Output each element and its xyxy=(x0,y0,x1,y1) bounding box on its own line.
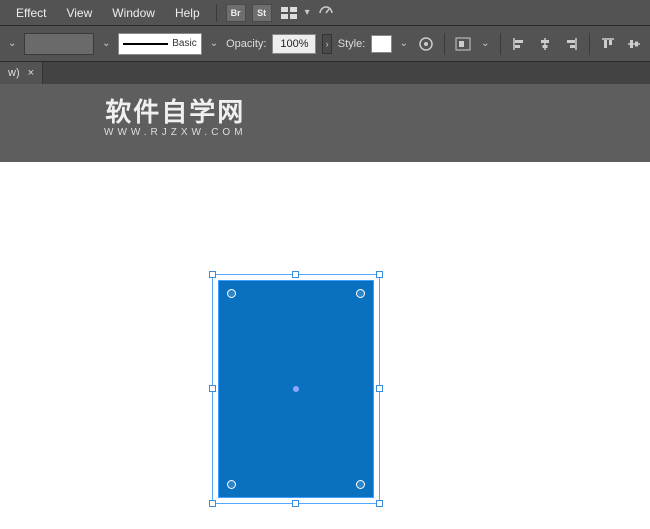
stroke-profile-dropdown[interactable]: Basic xyxy=(118,33,201,55)
menu-effect[interactable]: Effect xyxy=(6,2,56,24)
chevron-down-icon[interactable]: ▾ xyxy=(303,7,312,18)
resize-handle-bl[interactable] xyxy=(209,500,216,507)
menu-help[interactable]: Help xyxy=(165,2,210,24)
stock-icon[interactable]: St xyxy=(252,4,272,22)
watermark-title: 软件自学网 xyxy=(104,92,247,129)
toolbar-separator xyxy=(444,33,445,55)
corner-radius-widget-tr[interactable] xyxy=(356,289,365,298)
opacity-stepper[interactable]: › xyxy=(322,34,331,54)
pasteboard-area: 软件自学网 WWW.RJZXW.COM xyxy=(0,84,650,162)
align-right-icon[interactable] xyxy=(561,33,581,55)
align-top-icon[interactable] xyxy=(598,33,618,55)
toolbar-separator xyxy=(500,33,501,55)
selected-rectangle-shape[interactable] xyxy=(218,280,374,498)
bridge-icon[interactable]: Br xyxy=(226,4,246,22)
align-middle-v-icon[interactable] xyxy=(624,33,644,55)
graphic-style-swatch[interactable] xyxy=(371,35,391,53)
corner-radius-widget-bl[interactable] xyxy=(227,480,236,489)
chevron-down-icon[interactable]: ⌄ xyxy=(6,38,18,49)
center-point-icon[interactable] xyxy=(293,386,299,392)
opacity-input[interactable] xyxy=(272,34,316,54)
resize-handle-b[interactable] xyxy=(292,500,299,507)
resize-handle-r[interactable] xyxy=(376,385,383,392)
recolor-icon[interactable] xyxy=(416,33,436,55)
control-toolbar: ⌄ ⌄ Basic ⌄ Opacity: › Style: ⌄ ⌄ xyxy=(0,26,650,62)
resize-handle-tr[interactable] xyxy=(376,271,383,278)
fill-stroke-swatch[interactable] xyxy=(24,33,94,55)
resize-handle-br[interactable] xyxy=(376,500,383,507)
gpu-preview-icon[interactable] xyxy=(315,4,337,22)
style-label: Style: xyxy=(338,38,366,50)
menu-window[interactable]: Window xyxy=(102,2,165,24)
chevron-down-icon[interactable]: ⌄ xyxy=(479,38,491,49)
resize-handle-l[interactable] xyxy=(209,385,216,392)
align-left-icon[interactable] xyxy=(508,33,528,55)
arrange-docs-icon[interactable] xyxy=(278,4,300,22)
chevron-down-icon[interactable]: ⌄ xyxy=(398,38,410,49)
menu-separator xyxy=(216,4,217,22)
watermark: 软件自学网 WWW.RJZXW.COM xyxy=(104,92,247,138)
document-tab-label: w) xyxy=(8,67,20,79)
chevron-down-icon[interactable]: ⌄ xyxy=(208,38,220,49)
stroke-profile-label: Basic xyxy=(172,38,196,49)
corner-radius-widget-tl[interactable] xyxy=(227,289,236,298)
watermark-subtitle: WWW.RJZXW.COM xyxy=(104,127,247,138)
artboard[interactable] xyxy=(0,162,650,529)
chevron-down-icon[interactable]: ⌄ xyxy=(100,38,112,49)
close-icon[interactable]: × xyxy=(28,67,34,79)
align-to-icon[interactable] xyxy=(453,33,473,55)
document-tab[interactable]: w) × xyxy=(0,62,43,84)
resize-handle-tl[interactable] xyxy=(209,271,216,278)
resize-handle-t[interactable] xyxy=(292,271,299,278)
corner-radius-widget-br[interactable] xyxy=(356,480,365,489)
document-tab-bar: w) × xyxy=(0,62,650,84)
stroke-line-icon xyxy=(123,43,168,45)
menu-view[interactable]: View xyxy=(56,2,102,24)
toolbar-separator xyxy=(589,33,590,55)
menu-bar: Effect View Window Help Br St ▾ xyxy=(0,0,650,26)
opacity-label: Opacity: xyxy=(226,38,266,50)
align-center-h-icon[interactable] xyxy=(535,33,555,55)
